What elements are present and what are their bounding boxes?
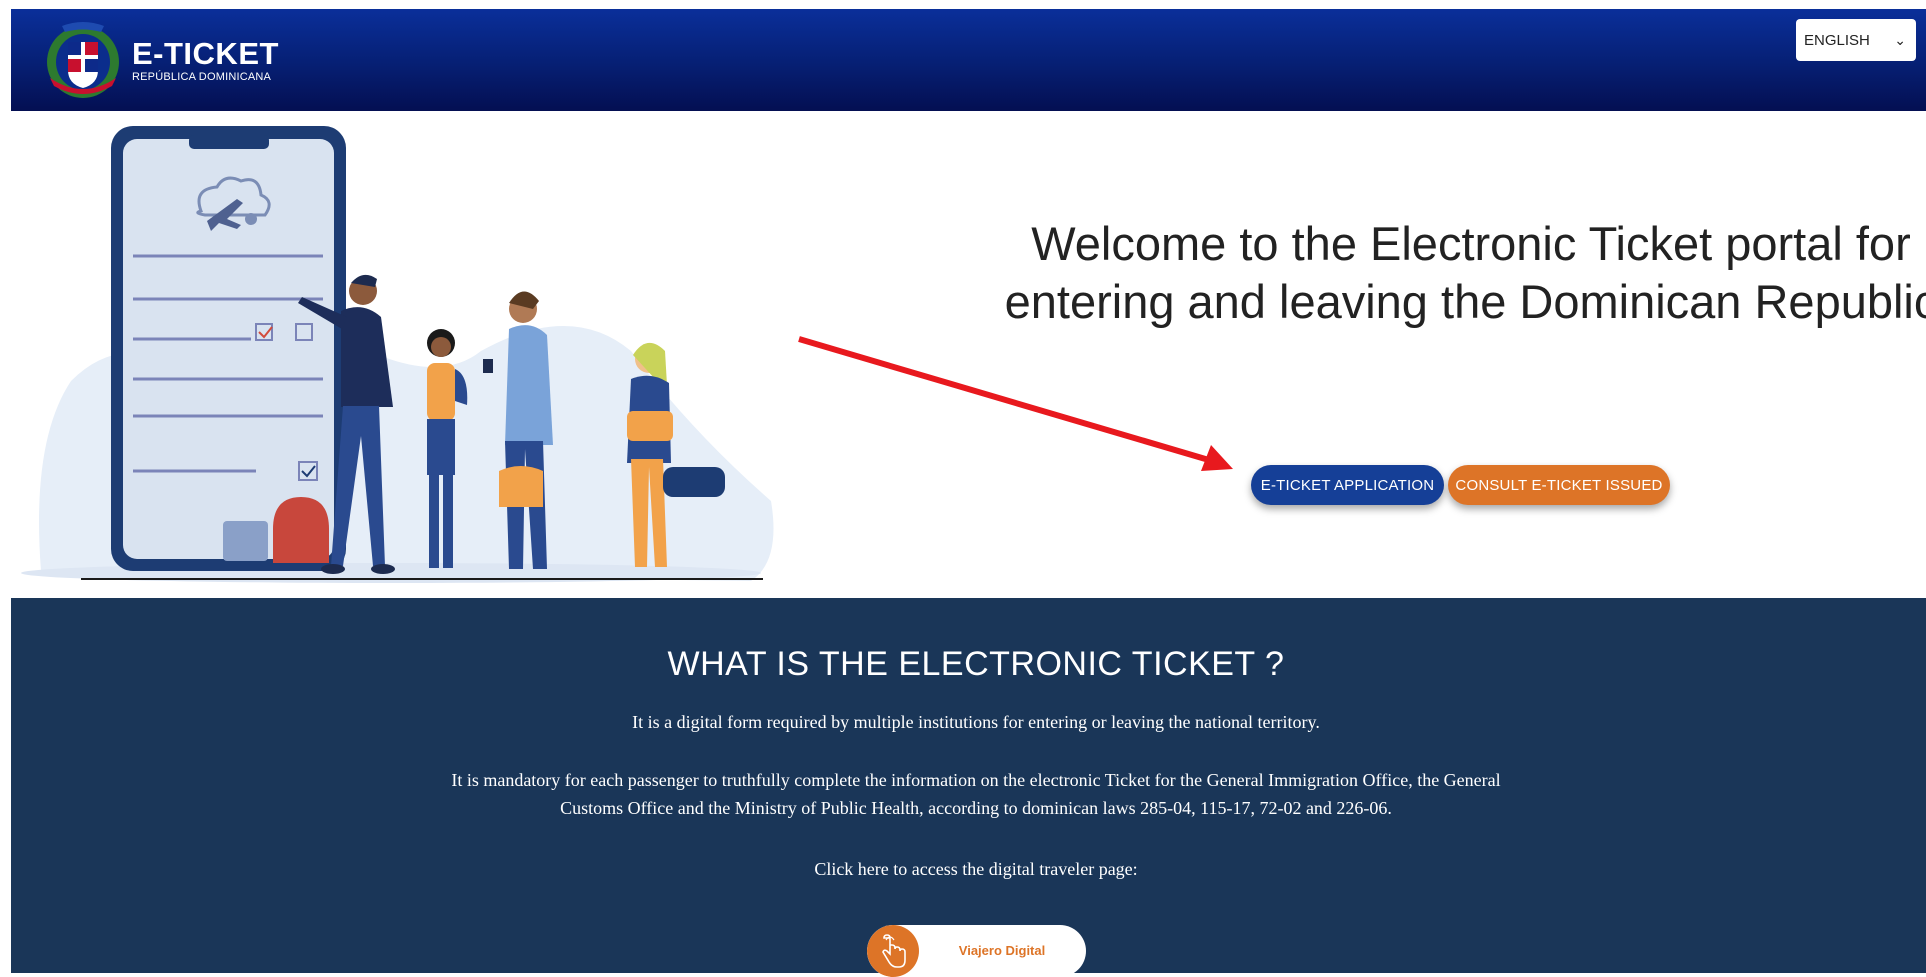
brand-title: E-TICKET [132,35,279,71]
coat-of-arms-logo [47,22,119,98]
travelers-illustration [21,126,774,583]
eticket-application-button[interactable]: E-TICKET APPLICATION [1251,465,1444,505]
brand-logo[interactable]: E-TICKET REPÚBLICA DOMINICANA [42,16,279,104]
language-select[interactable]: ENGLISH ⌄ [1796,19,1916,61]
tap-hand-icon [867,925,919,977]
info-paragraph-2-line-2: Customs Office and the Ministry of Publi… [560,798,1392,818]
consult-eticket-button[interactable]: CONSULT E-TICKET ISSUED [1448,465,1670,505]
digital-traveler-button[interactable]: Viajero Digital [867,925,1086,977]
info-section: WHAT IS THE ELECTRONIC TICKET ? It is a … [11,598,1926,977]
digital-traveler-label: Viajero Digital [958,943,1046,958]
brand-text: E-TICKET REPÚBLICA DOMINICANA [132,35,279,83]
brand-subtitle: REPÚBLICA DOMINICANA [132,70,272,83]
language-selected-value: ENGLISH [1804,31,1870,49]
hero-title: Welcome to the Electronic Ticket portal … [1004,217,1926,328]
page: E-TICKET REPÚBLICA DOMINICANA ENGLISH ⌄ [11,9,1926,977]
info-paragraph-3: Click here to access the digital travele… [814,859,1138,879]
info-paragraph-2-line-1: It is mandatory for each passenger to tr… [451,770,1501,790]
info-paragraph-1: It is a digital form required by multipl… [632,712,1320,732]
hero-section: Welcome to the Electronic Ticket portal … [11,111,1926,598]
info-paragraph-2: It is mandatory for each passenger to tr… [11,766,1926,822]
chevron-down-icon: ⌄ [1894,31,1906,48]
info-title: WHAT IS THE ELECTRONIC TICKET ? [667,645,1285,683]
top-navbar: E-TICKET REPÚBLICA DOMINICANA ENGLISH ⌄ [11,9,1926,111]
annotation-arrow [798,336,1233,471]
